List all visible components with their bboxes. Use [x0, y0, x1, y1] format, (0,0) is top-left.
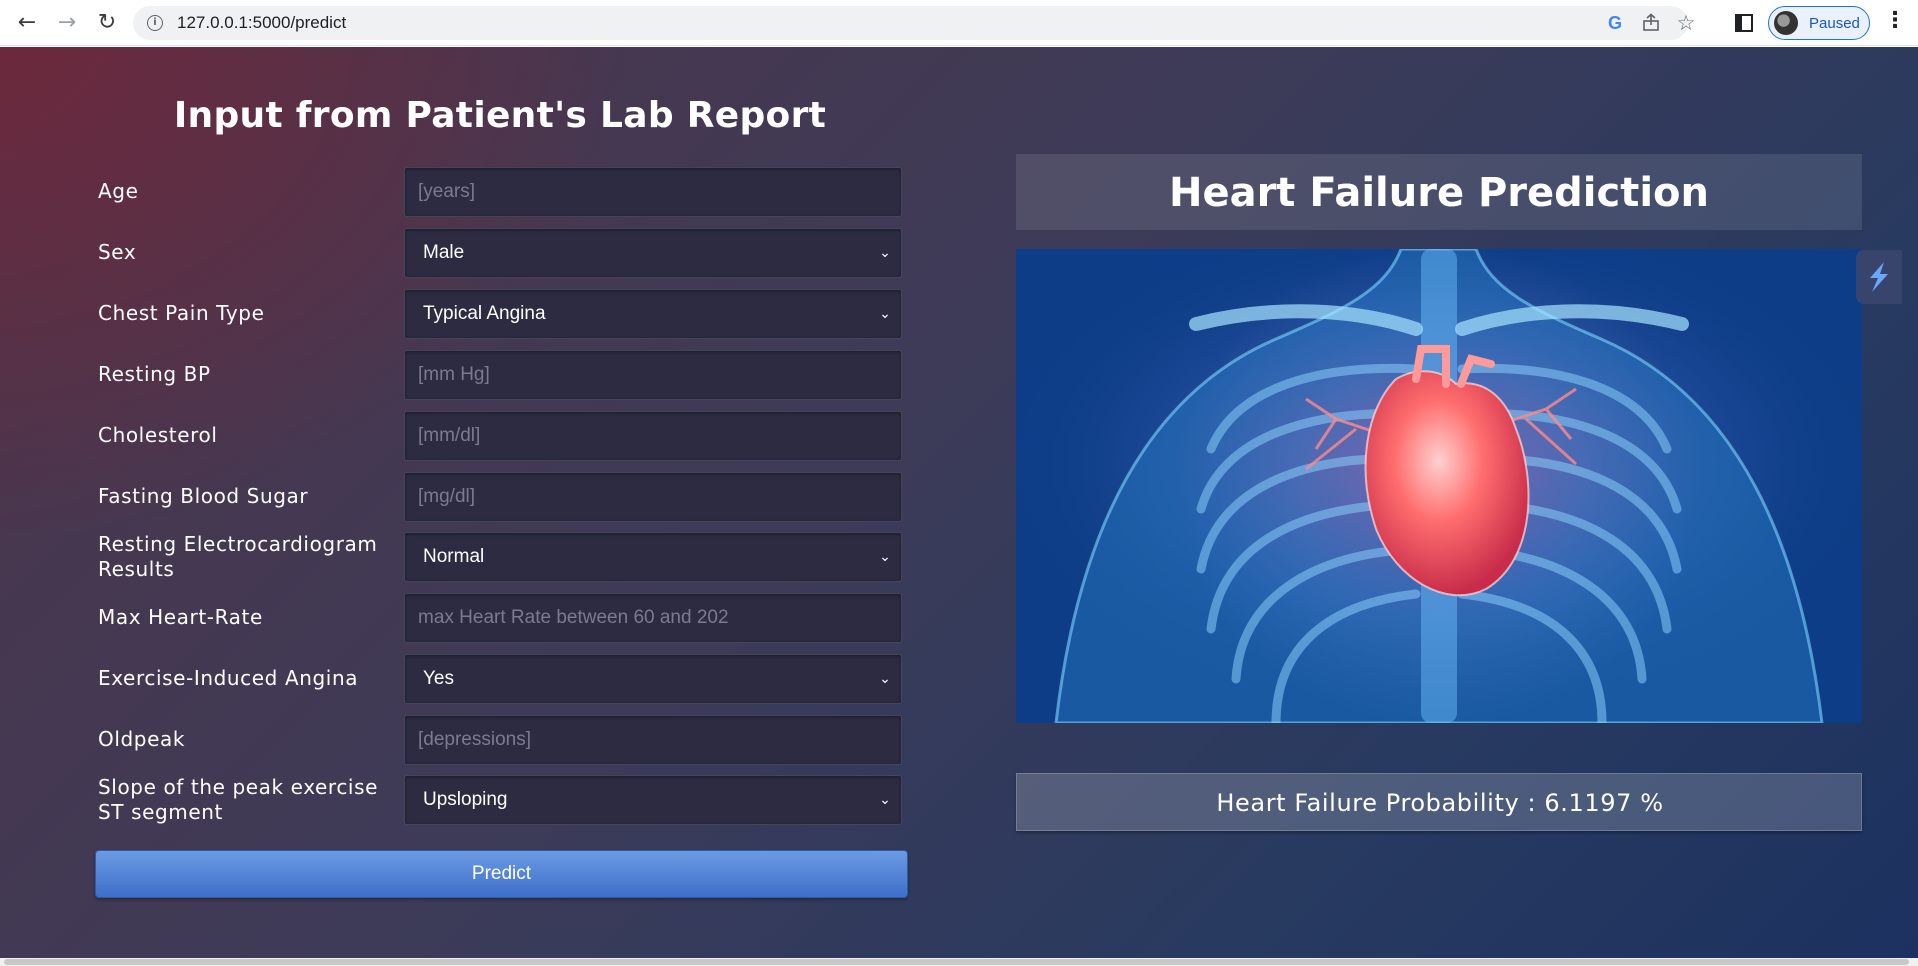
field-label: Age: [98, 179, 139, 203]
form-row-max-heart-rate: Max Heart-Rate: [98, 593, 908, 643]
horizontal-scrollbar[interactable]: [0, 958, 1918, 966]
age-field[interactable]: [405, 168, 901, 216]
heart-xray-image: [1016, 249, 1862, 723]
back-button[interactable]: ←: [12, 8, 42, 38]
select-value: Typical Angina: [423, 303, 546, 324]
forward-button[interactable]: →: [52, 8, 82, 38]
select-value: Male: [423, 242, 465, 263]
chest-pain-type-select[interactable]: Typical Angina ⌄: [404, 289, 902, 339]
probability-text: Heart Failure Probability : 6.1197 %: [1216, 789, 1664, 817]
oldpeak-field[interactable]: [405, 716, 901, 764]
arrow-right-icon: →: [57, 10, 77, 35]
cholesterol-field[interactable]: [405, 412, 901, 460]
chevron-down-icon: ⌄: [879, 792, 891, 808]
result-title: Heart Failure Prediction: [1168, 170, 1710, 216]
profile-button[interactable]: Paused: [1768, 6, 1870, 40]
fasting-blood-sugar-input[interactable]: [404, 472, 902, 522]
predict-button[interactable]: Predict: [95, 850, 908, 898]
form-row-age: Age: [98, 167, 908, 217]
arrow-left-icon: ←: [17, 10, 37, 35]
field-label: Chest Pain Type: [98, 301, 265, 325]
page-viewport: Input from Patient's Lab Report Age Sex …: [0, 47, 1918, 958]
cholesterol-input[interactable]: [404, 411, 902, 461]
resting-ecg-select[interactable]: Normal ⌄: [404, 532, 902, 582]
profile-status-label: Paused: [1809, 15, 1860, 32]
chevron-down-icon: ⌄: [879, 245, 891, 261]
extension-side-tab[interactable]: [1856, 250, 1902, 304]
url-text[interactable]: 127.0.0.1:5000/predict: [177, 13, 346, 33]
st-slope-select[interactable]: Upsloping ⌄: [404, 775, 902, 825]
age-input[interactable]: [404, 167, 902, 217]
chevron-down-icon: ⌄: [879, 306, 891, 322]
bookmark-star-icon[interactable]: ☆: [1674, 11, 1698, 35]
probability-result-box: Heart Failure Probability : 6.1197 %: [1016, 773, 1862, 831]
resting-bp-field[interactable]: [405, 351, 901, 399]
field-label: Resting BP: [98, 362, 211, 386]
reload-icon: ↻: [97, 10, 117, 35]
field-label: Exercise-Induced Angina: [98, 666, 359, 690]
form-row-st-slope: Slope of the peak exercise ST segment Up…: [98, 775, 908, 825]
max-heart-rate-input[interactable]: [404, 593, 902, 643]
select-value: Upsloping: [423, 789, 508, 810]
form-row-resting-ecg: Resting Electrocardiogram Results Normal…: [98, 532, 908, 582]
field-label: Slope of the peak exercise ST segment: [98, 775, 378, 824]
form-row-resting-bp: Resting BP: [98, 350, 908, 400]
google-lens-icon[interactable]: G: [1603, 11, 1627, 35]
field-label: Max Heart-Rate: [98, 605, 263, 629]
extension-lightning-icon: [1870, 262, 1888, 292]
scrollbar-thumb[interactable]: [4, 959, 1909, 965]
side-panel-icon[interactable]: [1735, 14, 1753, 32]
max-heart-rate-field[interactable]: [405, 594, 901, 642]
sex-select[interactable]: Male ⌄: [404, 228, 902, 278]
result-header: Heart Failure Prediction: [1016, 154, 1862, 230]
form-row-sex: Sex Male ⌄: [98, 228, 908, 278]
info-icon[interactable]: i: [147, 15, 163, 31]
more-menu-icon[interactable]: ⋮: [1884, 8, 1906, 38]
browser-toolbar: ← → ↻ i 127.0.0.1:5000/predict G ☆ Pause…: [0, 0, 1918, 46]
reload-button[interactable]: ↻: [92, 8, 122, 38]
form-row-exercise-angina: Exercise-Induced Angina Yes ⌄: [98, 654, 908, 704]
chevron-down-icon: ⌄: [879, 671, 891, 687]
select-value: Yes: [423, 668, 454, 689]
exercise-angina-select[interactable]: Yes ⌄: [404, 654, 902, 704]
heart-illustration: [1016, 249, 1862, 723]
field-label: Oldpeak: [98, 727, 186, 751]
form-row-fasting-blood-sugar: Fasting Blood Sugar: [98, 472, 908, 522]
field-label: Fasting Blood Sugar: [98, 484, 309, 508]
oldpeak-input[interactable]: [404, 715, 902, 765]
form-row-chest-pain-type: Chest Pain Type Typical Angina ⌄: [98, 289, 908, 339]
form-row-cholesterol: Cholesterol: [98, 411, 908, 461]
chevron-down-icon: ⌄: [879, 549, 891, 565]
share-icon[interactable]: [1639, 11, 1663, 35]
field-label: Sex: [98, 240, 137, 264]
form-row-oldpeak: Oldpeak: [98, 715, 908, 765]
field-label: Resting Electrocardiogram Results: [98, 532, 378, 581]
select-value: Normal: [423, 546, 485, 567]
address-bar[interactable]: i 127.0.0.1:5000/predict G ☆: [133, 6, 1695, 40]
resting-bp-input[interactable]: [404, 350, 902, 400]
fasting-blood-sugar-field[interactable]: [405, 473, 901, 521]
avatar: [1774, 11, 1798, 35]
field-label: Cholesterol: [98, 423, 218, 447]
form-title: Input from Patient's Lab Report: [173, 95, 827, 136]
